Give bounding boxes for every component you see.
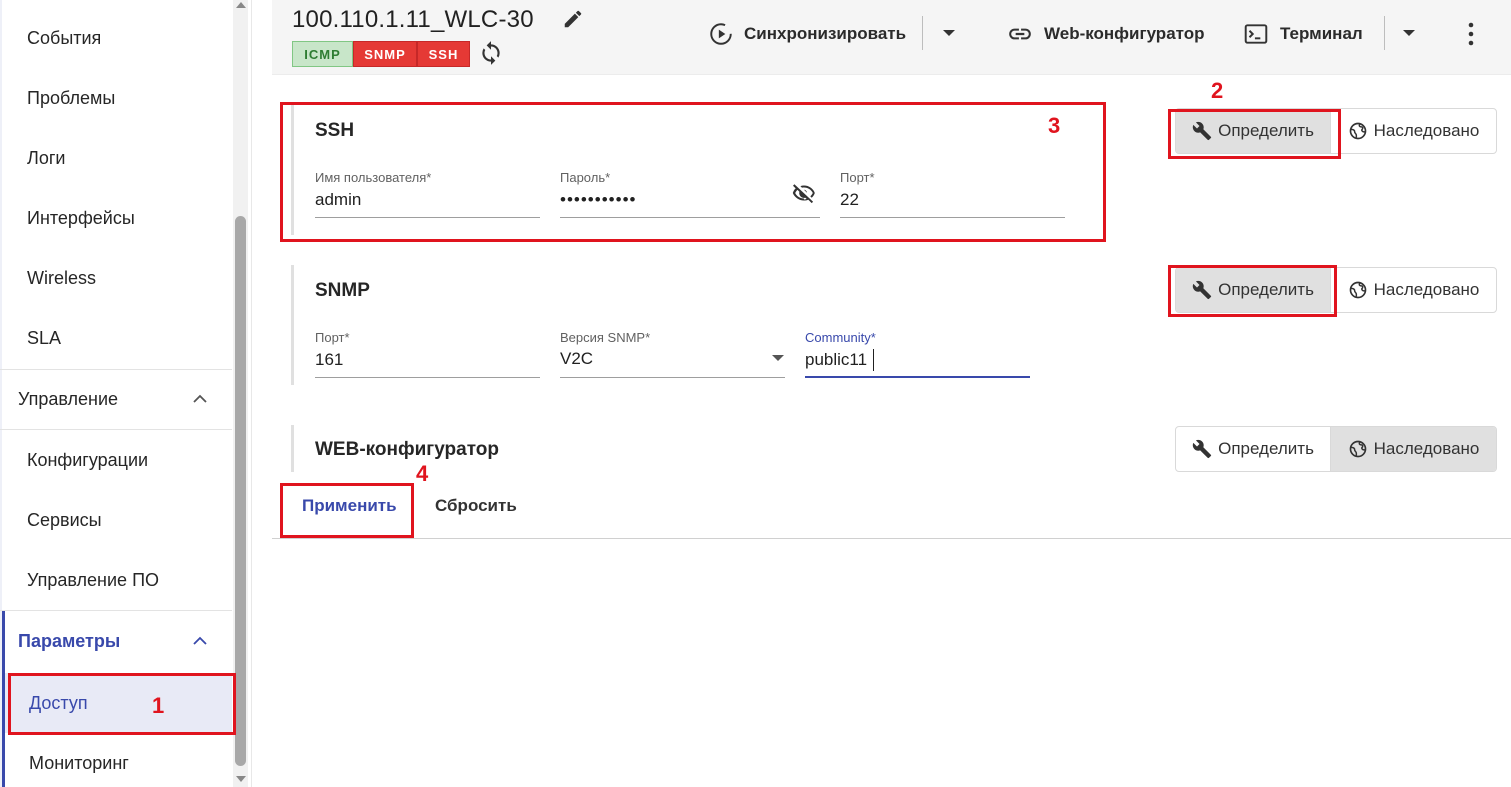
globe-icon [1349, 122, 1366, 140]
section-indicator [291, 265, 294, 385]
sync-button[interactable]: Синхронизировать [708, 18, 906, 50]
sidebar-item-label: Управление ПО [27, 569, 160, 590]
web-mode-toggle: Определить Наследовано [1175, 426, 1497, 472]
sidebar-section-manage[interactable]: Управление [0, 369, 232, 429]
annotation-number-4: 4 [416, 461, 429, 486]
annotation-box-2b [1168, 265, 1337, 317]
snmp-inherited-button[interactable]: Наследовано [1331, 268, 1496, 312]
form-actions: Применить Сбросить [272, 480, 1511, 539]
chevron-up-icon [193, 394, 207, 403]
chevron-up-icon [193, 636, 207, 645]
sidebar-item-label: Конфигурации [27, 449, 149, 470]
annotation-box-3 [280, 102, 1106, 242]
web-configurator-button[interactable]: Web-конфигуратор [1006, 18, 1205, 50]
device-title: 100.110.1.11_WLC-30 [292, 6, 534, 33]
more-vertical-icon[interactable] [1467, 22, 1475, 46]
field-value: 161 [315, 350, 344, 369]
protocol-badge-snmp: SNMP [353, 41, 417, 67]
sync-label: Синхронизировать [744, 24, 907, 43]
annotation-box-4 [280, 483, 414, 538]
field-label: Community* [805, 330, 876, 345]
sidebar: События Проблемы Логи Интерфейсы Wireles… [0, 0, 252, 787]
terminal-dropdown-caret-icon[interactable] [1403, 30, 1415, 36]
ssh-inherited-button[interactable]: Наследовано [1331, 109, 1496, 153]
snmp-port-field[interactable]: Порт* 161 [315, 330, 540, 378]
field-label: Версия SNMP* [560, 330, 651, 345]
field-underline [315, 377, 540, 378]
snmp-version-select[interactable]: Версия SNMP* V2C [560, 330, 785, 378]
sidebar-scrollbar[interactable] [233, 0, 248, 787]
snmp-section-title: SNMP [315, 280, 370, 301]
reset-button[interactable]: Сбросить [435, 496, 517, 516]
sync-dropdown-caret-icon[interactable] [943, 30, 955, 36]
snmp-community-field[interactable]: Community* public11 [805, 330, 1030, 378]
device-header: 100.110.1.11_WLC-30 ICMP SNMP SSH Синхро… [272, 0, 1511, 74]
pencil-icon[interactable] [562, 8, 584, 30]
sidebar-item-services[interactable]: Сервисы [0, 490, 232, 550]
sidebar-item-monitoring[interactable]: Мониторинг [0, 733, 232, 787]
sidebar-item-configurations[interactable]: Конфигурации [0, 430, 232, 490]
scrollbar-thumb[interactable] [235, 216, 246, 766]
web-configurator-label: Web-конфигуратор [1044, 24, 1205, 43]
terminal-icon [1244, 24, 1268, 44]
select-caret-icon[interactable] [772, 355, 784, 361]
globe-icon [1349, 281, 1366, 299]
protocol-badge-ssh: SSH [417, 41, 470, 67]
annotation-number-3: 3 [1048, 113, 1061, 138]
sidebar-item-events[interactable]: События [0, 8, 232, 68]
annotation-box-2a [1168, 109, 1341, 159]
annotation-box-1 [8, 673, 236, 735]
globe-icon [1349, 440, 1366, 458]
sidebar-item-software[interactable]: Управление ПО [0, 550, 232, 610]
link-icon [1009, 28, 1031, 40]
sidebar-item-label: Интерфейсы [27, 207, 135, 228]
sidebar-item-label: Wireless [27, 267, 97, 288]
wrench-icon [1192, 439, 1212, 459]
annotation-number-2: 2 [1211, 78, 1224, 103]
text-cursor [873, 349, 874, 371]
sidebar-section-params[interactable]: Параметры [0, 611, 232, 671]
inherited-label: Наследовано [1373, 280, 1480, 299]
sidebar-item-problems[interactable]: Проблемы [0, 68, 232, 128]
web-define-button[interactable]: Определить [1176, 427, 1332, 471]
section-indicator [291, 425, 294, 472]
annotation-number-1: 1 [152, 693, 165, 718]
define-label: Определить [1218, 439, 1314, 458]
sidebar-item-label: Логи [27, 147, 66, 168]
sidebar-item-label: SLA [27, 327, 62, 348]
web-section-title: WEB-конфигуратор [315, 439, 499, 460]
sidebar-item-label: Проблемы [27, 87, 116, 108]
inherited-label: Наследовано [1373, 121, 1480, 140]
sidebar-section-label: Управление [18, 388, 119, 409]
terminal-label: Терминал [1280, 24, 1363, 43]
scroll-down-arrow-icon[interactable] [236, 776, 246, 782]
scroll-up-arrow-icon[interactable] [236, 2, 246, 8]
header-separator [922, 16, 923, 50]
terminal-button[interactable]: Терминал [1242, 18, 1363, 50]
refresh-icon[interactable] [478, 40, 504, 66]
header-divider [272, 74, 1511, 75]
sync-play-icon [710, 23, 732, 45]
sidebar-item-label: Сервисы [27, 509, 102, 530]
protocol-badge-icmp: ICMP [292, 41, 353, 67]
sidebar-item-interfaces[interactable]: Интерфейсы [0, 188, 232, 248]
sidebar-item-wireless[interactable]: Wireless [0, 248, 232, 308]
field-value: V2C [560, 349, 594, 368]
web-inherited-button[interactable]: Наследовано [1331, 427, 1496, 471]
field-label: Порт* [315, 330, 350, 345]
sidebar-item-logs[interactable]: Логи [0, 128, 232, 188]
sidebar-item-sla[interactable]: SLA [0, 308, 232, 368]
inherited-label: Наследовано [1373, 439, 1480, 458]
field-underline [805, 376, 1030, 378]
field-value: public11 [805, 350, 868, 369]
sidebar-item-label: Мониторинг [29, 752, 129, 773]
field-underline [560, 377, 785, 378]
header-separator [1384, 16, 1385, 50]
sidebar-section-label: Параметры [18, 630, 121, 651]
sidebar-item-label: События [27, 27, 102, 48]
